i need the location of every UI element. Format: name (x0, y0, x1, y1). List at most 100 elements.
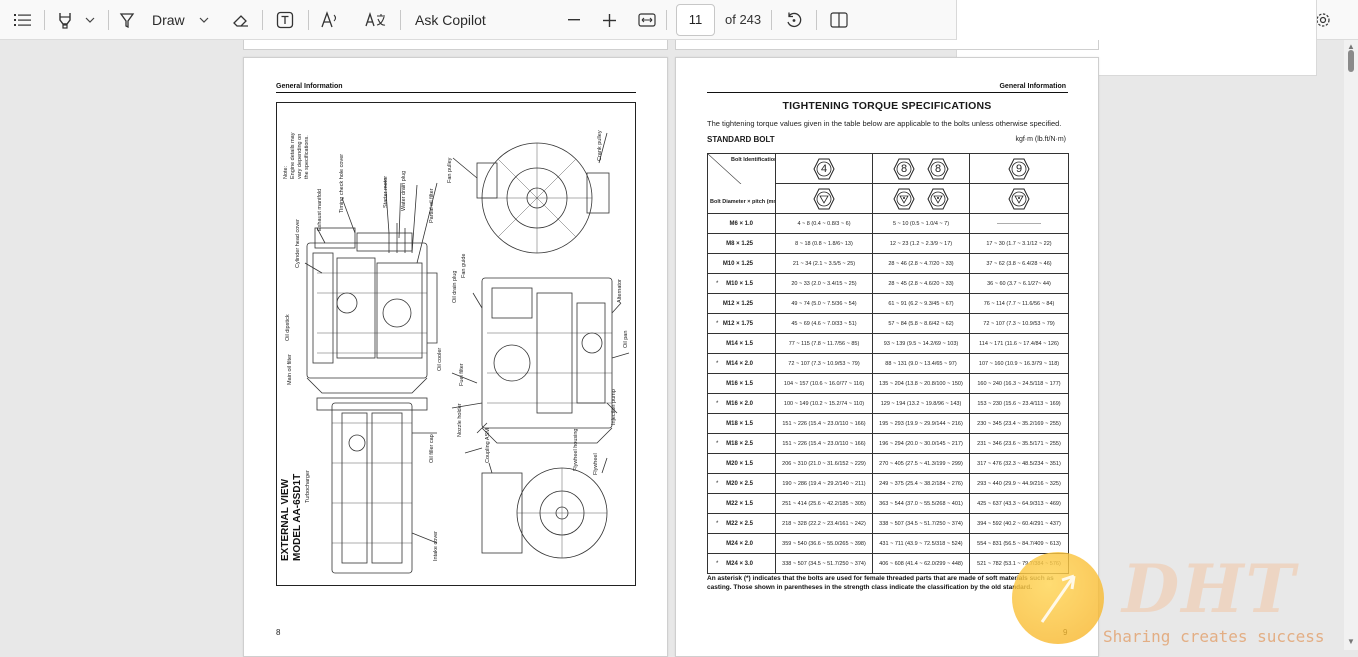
label-turbocharger: Turbocharger (305, 470, 311, 503)
intro-text: The tightening torque values given in th… (707, 119, 1062, 128)
draw-pen-icon (119, 13, 135, 29)
torque-value-cell-c8: 338 ~ 507 (34.5 ~ 51.7/250 ~ 374) (872, 513, 970, 534)
torque-value-cell-c8: 28 ~ 46 (2.8 ~ 4.7/20 ~ 33) (872, 253, 970, 274)
torque-value-cell-c8: 270 ~ 405 (27.5 ~ 41.3/199 ~ 299) (872, 453, 970, 474)
scrollbar-thumb[interactable] (1348, 50, 1354, 72)
zoom-out-icon[interactable] (564, 7, 584, 33)
contents-list-icon[interactable] (12, 7, 34, 33)
eraser-icon[interactable] (230, 7, 252, 33)
bolt-diameter-cell: * M10 × 1.5 (707, 273, 776, 294)
translate-icon[interactable] (363, 7, 389, 33)
torque-value-cell-c8: 135 ~ 204 (13.8 ~ 20.8/100 ~ 150) (872, 373, 970, 394)
torque-value-cell-c9: 293 ~ 440 (29.9 ~ 44.9/216 ~ 325) (969, 473, 1069, 494)
section-heading: STANDARD BOLT (707, 135, 775, 144)
bolt-diameter: M10 × 1.25 (722, 260, 753, 267)
table-row: * M12 × 1.75 45 ~ 69 (4.6 ~ 7.0/33 ~ 51) 57… (707, 313, 1069, 334)
toolbar-divider (44, 10, 45, 30)
old-class-mark-cell (969, 183, 1069, 214)
torque-value-cell-c4: 77 ~ 115 (7.8 ~ 11.7/56 ~ 85) (775, 333, 873, 354)
watermark-tagline: Sharing creates success (1103, 627, 1325, 646)
old-class-mark-cell (872, 183, 970, 214)
label-nozzle-holder: Nozzle holder (457, 403, 463, 437)
class-9-mark-cell: 9 (969, 153, 1069, 184)
old-standard-hexagon-icon (813, 188, 835, 209)
page-title: TIGHTENING TORQUE SPECIFICATIONS (782, 100, 992, 112)
bolt-diameter: M18 × 2.5 (726, 440, 753, 447)
bolt-diameter: M10 × 1.5 (726, 280, 753, 287)
label-fuel-filter: Fuel filter (459, 363, 465, 386)
text-box-icon[interactable] (274, 7, 296, 33)
asterisk-mark: * (716, 320, 719, 327)
torque-value-cell-c4: 151 ~ 226 (15.4 ~ 23.0/110 ~ 166) (775, 413, 873, 434)
torque-value-cell-c4: 151 ~ 226 (15.4 ~ 23.0/110 ~ 166) (775, 433, 873, 454)
torque-value-cell-c4: 190 ~ 286 (19.4 ~ 29.2/140 ~ 211) (775, 473, 873, 494)
torque-value-cell-c8: 249 ~ 375 (25.4 ~ 38.2/184 ~ 276) (872, 473, 970, 494)
fit-width-icon[interactable] (636, 7, 658, 33)
torque-value-cell-c9: 153 ~ 230 (15.6 ~ 23.4/113 ~ 169) (969, 393, 1069, 414)
torque-value-cell-c8: 93 ~ 139 (9.5 ~ 14.2/69 ~ 103) (872, 333, 970, 354)
bolt-id-header: Bolt Identification (731, 157, 776, 163)
bolt-diameter: M12 × 1.75 (722, 320, 753, 327)
zoom-in-icon[interactable] (599, 7, 619, 33)
ask-copilot-button[interactable]: Ask Copilot (415, 7, 495, 33)
scroll-down-arrow-icon[interactable]: ▼ (1347, 637, 1355, 646)
bolt-diameter-cell: M16 × 1.5 (707, 373, 776, 394)
torque-value-cell-c9: 17 ~ 30 (1.7 ~ 3.1/12 ~ 22) (969, 233, 1069, 254)
old-standard-hexagon-icon (927, 188, 949, 209)
unit-label: kgf·m (lb.ft/N·m) (1015, 136, 1066, 143)
torque-value-cell-c9: 37 ~ 62 (3.8 ~ 6.4/28 ~ 46) (969, 253, 1069, 274)
label-oil-drain-plug: Oil drain plug (452, 270, 458, 303)
label-injection-pump: Injection pump (611, 389, 617, 425)
table-row: * M14 × 2.0 72 ~ 107 (7.3 ~ 10.9/53 ~ 79) 8… (707, 353, 1069, 374)
torque-value-cell-c4: 251 ~ 414 (25.6 ~ 42.2/185 ~ 305) (775, 493, 873, 514)
draw-button[interactable]: Draw (118, 7, 216, 33)
page-total-label: of 243 (725, 12, 762, 27)
page-number-input[interactable]: 11 (676, 4, 715, 36)
highlight-options-chevron-down-icon[interactable] (82, 7, 98, 33)
bolt-diameter-cell: * M14 × 2.0 (707, 353, 776, 374)
torque-value-cell-c8: 431 ~ 711 (43.9 ~ 72.5/318 ~ 524) (872, 533, 970, 554)
toolbar-divider (262, 10, 263, 30)
vertical-scrollbar[interactable]: ▲ ▼ (1344, 40, 1358, 650)
table-row: * M22 × 2.5 218 ~ 328 (22.2 ~ 23.4/161 ~ 2… (707, 513, 1069, 534)
torque-value-cell-c9: 114 ~ 171 (11.6 ~ 17.4/84 ~ 126) (969, 333, 1069, 354)
bolt-diameter-cell: M6 × 1.0 (707, 213, 776, 234)
bolt-diameter-cell: M8 × 1.25 (707, 233, 776, 254)
label-flywheel-housing: Flywheel housing (573, 428, 579, 472)
table-row: * M20 × 2.5 190 ~ 286 (19.4 ~ 29.2/140 ~ 2… (707, 473, 1069, 494)
torque-value-cell-c4: 45 ~ 69 (4.6 ~ 7.0/33 ~ 51) (775, 313, 873, 334)
bolt-diameter-cell: M14 × 1.5 (707, 333, 776, 354)
hexagon-class-4-icon: 4 (813, 158, 835, 180)
previous-page-left-edge (243, 40, 668, 50)
bolt-dia-header: Bolt Diameter × pitch (mm) (710, 199, 776, 206)
table-row: * M10 × 1.5 20 ~ 33 (2.0 ~ 3.4/15 ~ 25) 28 … (707, 273, 1069, 294)
bolt-diameter: M12 × 1.25 (722, 300, 753, 307)
ask-copilot-label: Ask Copilot (415, 12, 486, 28)
label-starter-motor: Starter motor (383, 175, 389, 208)
class-mark-9: 9 (1015, 162, 1023, 175)
page-header: General Information (999, 83, 1066, 90)
chevron-down-icon (199, 17, 209, 23)
label-exhaust-manifold: Exhaust manifold (317, 188, 323, 231)
bolt-diameter: M16 × 1.5 (726, 380, 753, 387)
page-header: General Information (276, 83, 343, 90)
rotate-icon[interactable] (783, 7, 805, 33)
bolt-diameter-cell: * M16 × 2.0 (707, 393, 776, 414)
torque-value-cell-c9: 394 ~ 592 (40.2 ~ 60.4/291 ~ 437) (969, 513, 1069, 534)
watermark-emblem-icon (1012, 552, 1104, 644)
table-row: * M18 × 2.5 151 ~ 226 (15.4 ~ 23.0/110 ~ 1… (707, 433, 1069, 454)
label-oil-filler-cap: Oil filler cap (429, 434, 435, 463)
class-mark-8b: 8 (934, 162, 942, 175)
toolbar-divider (816, 10, 817, 30)
note-line-2: Engine details may (290, 132, 296, 179)
header-bolt-dia-cell: Bolt Diameter × pitch (mm) (707, 183, 776, 214)
read-aloud-icon[interactable] (318, 7, 342, 33)
draw-label: Draw (152, 12, 185, 28)
engine-external-view-diagram: Note: Engine details may vary depending … (276, 102, 636, 586)
torque-value-cell-c4: 20 ~ 33 (2.0 ~ 3.4/15 ~ 25) (775, 273, 873, 294)
page-view-icon[interactable] (828, 7, 850, 33)
highlight-icon[interactable] (54, 7, 76, 33)
bolt-diameter-cell: M24 × 2.0 (707, 533, 776, 554)
label-oil-dipstick: Oil dipstick (285, 314, 291, 341)
bolt-diameter-cell: M22 × 1.5 (707, 493, 776, 514)
